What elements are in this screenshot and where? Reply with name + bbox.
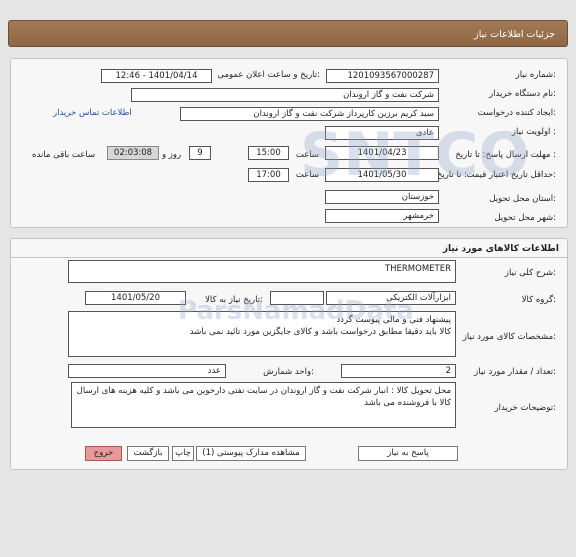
deadline-date-field: 1401/04/23 [325,146,439,160]
attachments-button[interactable]: مشاهده مدارک پیوستی (1) [196,446,306,461]
buyer-notes-text: محل تحویل کالا : انبار شرکت نفت و گاز ار… [76,386,451,408]
days-remaining-field: 9 [189,146,211,160]
goods-section-title: اطلاعات کالاهای مورد نیاز [442,244,559,254]
requester-label: ایجاد کننده درخواست: [477,108,556,118]
need-info-panel [10,58,568,228]
summary-field: THERMOMETER [68,260,456,283]
announce-field: 1401/04/14 - 12:46 [101,69,212,83]
specs-label: مشخصات کالای مورد نیاز: [462,332,556,342]
province-label: استان محل تحویل: [489,194,556,204]
remaining-time-field: 02:03:08 [107,146,159,160]
remaining-time-label: ساعت باقی مانده [32,150,96,160]
goods-section-divider [11,257,567,258]
validity-to-label: تا تاریخ : [436,170,467,180]
deadline-time-label: ساعت [295,150,319,160]
group-label: گروه کالا: [521,295,556,305]
day-and-label: روز و [162,150,182,160]
need-number-label: شماره نیاز: [515,70,556,80]
city-label: شهر محل تحویل: [494,213,556,223]
page-title-bar: جزئیات اطلاعات نیاز [8,20,568,47]
validity-label: حداقل تاریخ اعتبار قیمت: [466,170,556,180]
buyer-org-label: نام دستگاه خریدار: [489,89,556,99]
announce-label: تاریخ و ساعت اعلان عمومی: [217,70,320,80]
reply-button[interactable]: پاسخ به نیاز [358,446,458,461]
unit-label: واحد شمارش: [263,367,314,377]
deadline-time-field: 15:00 [248,146,289,160]
summary-text: THERMOMETER [384,264,451,274]
validity-time-label: ساعت [295,170,319,180]
buyer-org-field: شرکت نفت و گاز اروندان [131,88,439,102]
quantity-label: تعداد / مقدار مورد نیاز: [474,367,556,377]
priority-label: اولویت نیاز : [511,127,556,137]
need-date-label: تاریخ نیاز به کالا: [205,295,263,305]
unit-field: عدد [68,364,226,378]
summary-label: شرح کلی نیاز: [504,268,556,278]
quantity-field: 2 [341,364,456,378]
city-field: خرمشهر [325,209,439,223]
group-extra-field [270,291,324,305]
page-title: جزئیات اطلاعات نیاز [474,29,555,40]
group-field: ابزارآلات الکتریکی [326,291,456,305]
buyer-contact-link[interactable]: اطلاعات تماس خریدار [53,108,132,118]
buyer-notes-label: توضیحات خریدار: [494,403,556,413]
exit-button[interactable]: خروج [85,446,122,461]
requester-field: سید کریم برزین کارپرداز شرکت نفت و گاز ا… [180,107,439,121]
province-field: خوزستان [325,190,439,204]
specs-line-1: پیشنهاد فنی و مالی پیوست گردد [336,315,451,325]
specs-field: پیشنهاد فنی و مالی پیوست گردد کالا باید … [68,311,456,357]
validity-time-field: 17:00 [248,168,289,182]
buyer-notes-field: محل تحویل کالا : انبار شرکت نفت و گاز ار… [71,382,456,428]
specs-line-2: کالا باید دقیقا مطابق درخواست باشد و کال… [189,327,451,337]
need-number-field: 1201093567000287 [326,69,439,83]
priority-field: عادی [325,126,439,140]
back-button[interactable]: بازگشت [127,446,169,461]
print-button[interactable]: چاپ [172,446,194,461]
validity-date-field: 1401/05/30 [325,168,439,182]
need-date-field: 1401/05/20 [85,291,186,305]
deadline-label: مهلت ارسال پاسخ: تا تاریخ : [455,150,556,160]
